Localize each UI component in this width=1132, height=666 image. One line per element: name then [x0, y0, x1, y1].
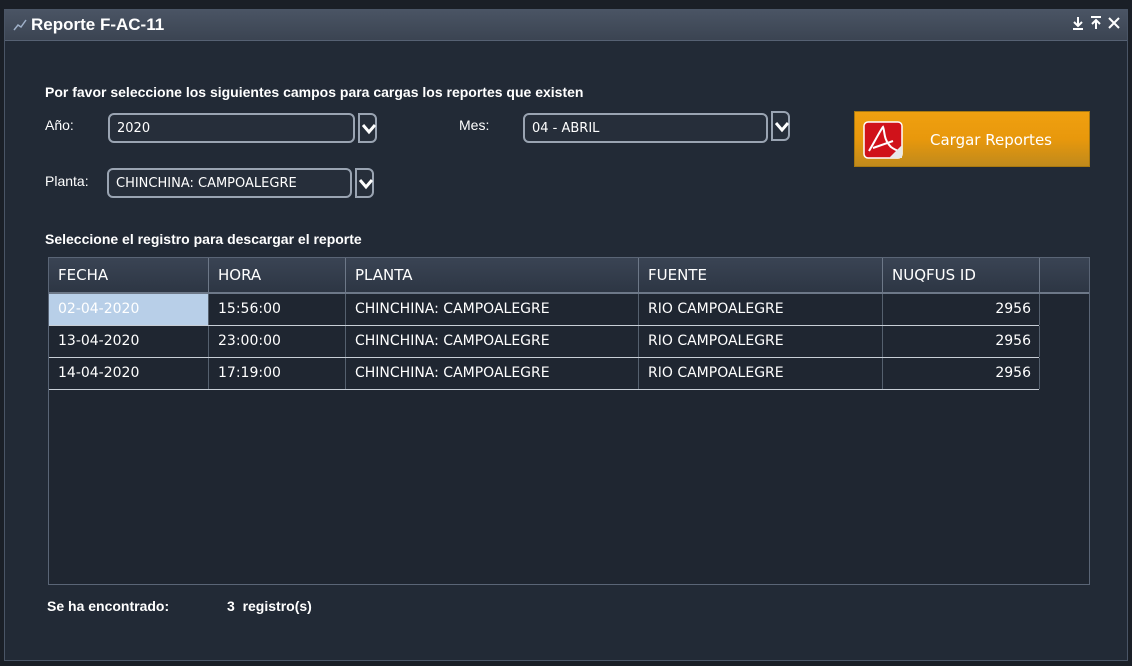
year-dropdown-button[interactable] [358, 113, 377, 143]
plant-label: Planta: [45, 173, 89, 189]
report-window: Reporte F-AC-11 Por favor seleccione los… [4, 9, 1128, 661]
column-header-hora[interactable]: HORA [209, 258, 346, 292]
cell-id[interactable]: 2956 [883, 358, 1040, 389]
cell-planta[interactable]: CHINCHINA: CAMPOALEGRE [346, 358, 639, 389]
cell-hora[interactable]: 23:00:00 [209, 326, 346, 357]
column-header-planta[interactable]: PLANTA [346, 258, 639, 292]
close-icon[interactable] [1107, 16, 1121, 32]
table-row[interactable]: 02-04-2020 15:56:00 CHINCHINA: CAMPOALEG… [49, 294, 1040, 326]
window-controls [1071, 16, 1121, 32]
table-caption: Seleccione el registro para descargar el… [45, 231, 362, 247]
plant-select[interactable]: CHINCHINA: CAMPOALEGRE [107, 168, 352, 198]
cell-planta[interactable]: CHINCHINA: CAMPOALEGRE [346, 326, 639, 357]
year-value: 2020 [117, 121, 151, 136]
column-header-id[interactable]: NUQFUS ID [883, 258, 1040, 292]
column-header-fecha[interactable]: FECHA [49, 258, 209, 292]
pdf-icon [863, 121, 903, 159]
form-instruction: Por favor seleccione los siguientes camp… [45, 84, 584, 100]
cell-fuente[interactable]: RIO CAMPOALEGRE [639, 294, 883, 325]
load-reports-button[interactable]: Cargar Reportes [854, 111, 1090, 167]
cell-id[interactable]: 2956 [883, 326, 1040, 357]
month-value: 04 - ABRIL [532, 121, 600, 136]
plant-dropdown-button[interactable] [355, 168, 374, 198]
cell-hora[interactable]: 17:19:00 [209, 358, 346, 389]
column-header-fuente[interactable]: FUENTE [639, 258, 883, 292]
chevron-down-icon [359, 179, 373, 190]
results-count: 3 registro(s) [227, 598, 312, 614]
cell-hora[interactable]: 15:56:00 [209, 294, 346, 325]
cell-fuente[interactable]: RIO CAMPOALEGRE [639, 326, 883, 357]
cell-planta[interactable]: CHINCHINA: CAMPOALEGRE [346, 294, 639, 325]
results-found-label: Se ha encontrado: [47, 598, 170, 614]
table-row[interactable]: 13-04-2020 23:00:00 CHINCHINA: CAMPOALEG… [49, 326, 1040, 358]
window-title: Reporte F-AC-11 [31, 15, 165, 34]
pin-icon[interactable] [1089, 16, 1103, 32]
cell-fuente[interactable]: RIO CAMPOALEGRE [639, 358, 883, 389]
title-bar[interactable]: Reporte F-AC-11 [5, 10, 1127, 41]
month-select[interactable]: 04 - ABRIL [523, 113, 768, 143]
month-dropdown-button[interactable] [771, 111, 790, 141]
cell-fecha[interactable]: 14-04-2020 [49, 358, 209, 389]
year-label: Año: [45, 117, 74, 133]
plant-value: CHINCHINA: CAMPOALEGRE [116, 176, 297, 191]
chevron-down-icon [362, 124, 376, 135]
load-reports-label: Cargar Reportes [930, 131, 1052, 149]
cell-fecha[interactable]: 02-04-2020 [49, 294, 209, 325]
month-label: Mes: [459, 117, 490, 133]
download-icon[interactable] [1071, 16, 1085, 32]
chevron-down-icon [775, 122, 789, 133]
cell-id[interactable]: 2956 [883, 294, 1040, 325]
year-select[interactable]: 2020 [108, 113, 355, 143]
table-header: FECHA HORA PLANTA FUENTE NUQFUS ID [49, 258, 1089, 294]
cell-fecha[interactable]: 13-04-2020 [49, 326, 209, 357]
chart-icon [13, 19, 27, 31]
table-row[interactable]: 14-04-2020 17:19:00 CHINCHINA: CAMPOALEG… [49, 358, 1040, 390]
reports-table: FECHA HORA PLANTA FUENTE NUQFUS ID 02-04… [48, 257, 1090, 585]
